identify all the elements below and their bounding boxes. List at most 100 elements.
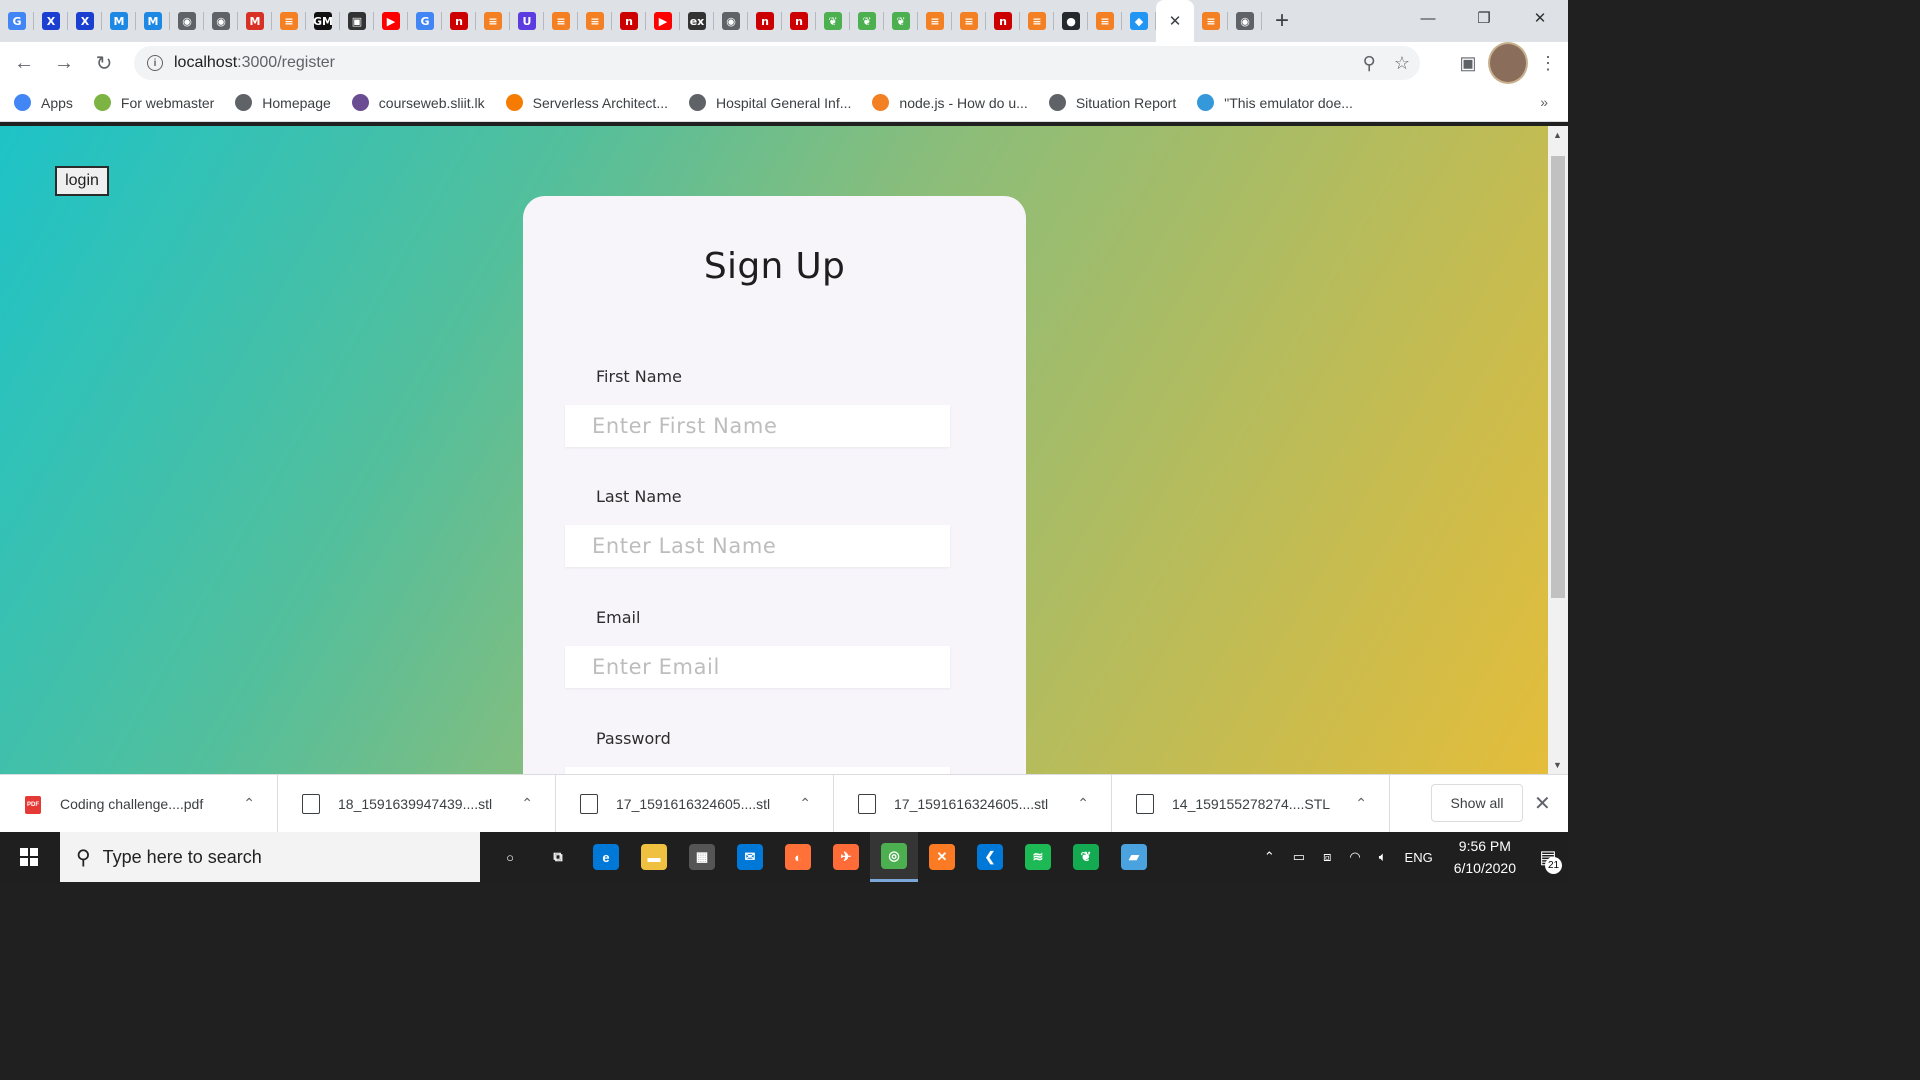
browser-tab[interactable]: GM [306, 0, 340, 42]
bookmark-item[interactable]: Homepage [235, 94, 331, 111]
taskbar-app[interactable]: ○ [486, 832, 534, 882]
first-name-input[interactable]: Enter First Name [565, 405, 950, 447]
browser-tab[interactable]: G [0, 0, 34, 42]
forward-icon[interactable]: → [44, 43, 84, 83]
scroll-down-icon[interactable]: ▼ [1553, 760, 1562, 770]
taskbar-app[interactable]: ▬ [630, 832, 678, 882]
scrollbar-thumb[interactable] [1551, 156, 1565, 598]
browser-tab[interactable]: ≡ [578, 0, 612, 42]
download-item[interactable]: PDF Coding challenge....pdf ⌃ [0, 774, 278, 833]
taskbar-app[interactable]: ✕ [918, 832, 966, 882]
bookmark-item[interactable]: Hospital General Inf... [689, 94, 851, 111]
bookmark-item[interactable]: Situation Report [1048, 94, 1176, 111]
back-icon[interactable]: ← [4, 43, 44, 83]
taskbar-app[interactable]: ❮ [966, 832, 1014, 882]
browser-tab[interactable]: n [748, 0, 782, 42]
browser-tab[interactable]: M [238, 0, 272, 42]
chevron-up-icon[interactable]: ⌃ [799, 795, 811, 812]
browser-tab[interactable]: ◉ [714, 0, 748, 42]
bookmark-item[interactable]: node.js - How do u... [872, 94, 1028, 111]
volume-icon[interactable]: 🔈︎ [1379, 849, 1387, 865]
taskbar-app[interactable]: ▦ [678, 832, 726, 882]
bookmark-item[interactable]: For webmaster [93, 94, 214, 111]
browser-tab[interactable]: ▣ [340, 0, 374, 42]
password-input[interactable] [565, 767, 950, 774]
bookmark-item[interactable]: courseweb.sliit.lk [351, 94, 485, 111]
browser-tab[interactable]: ◆ [1122, 0, 1156, 42]
browser-tab[interactable]: n [782, 0, 816, 42]
taskbar-app[interactable]: ⧉ [534, 832, 582, 882]
browser-tab[interactable]: X [68, 0, 102, 42]
browser-tab[interactable]: X [34, 0, 68, 42]
chevron-up-icon[interactable]: ⌃ [243, 795, 255, 812]
browser-tab[interactable]: ▶ [374, 0, 408, 42]
browser-tab[interactable]: ≡ [272, 0, 306, 42]
browser-tab[interactable]: ≡ [1020, 0, 1054, 42]
address-bar[interactable]: i localhost:3000/register ⚲ ☆ [134, 46, 1420, 80]
browser-tab[interactable]: ❦ [884, 0, 918, 42]
browser-tab[interactable]: n [612, 0, 646, 42]
chevron-up-icon[interactable]: ⌃ [1077, 795, 1089, 812]
taskbar-app[interactable]: ◎ [870, 832, 918, 882]
browser-tab[interactable]: ex [680, 0, 714, 42]
browser-tab[interactable]: G [408, 0, 442, 42]
taskbar-app[interactable]: e [582, 832, 630, 882]
download-item[interactable]: 18_1591639947439....stl ⌃ [278, 774, 556, 833]
browser-tab[interactable]: ◉ [204, 0, 238, 42]
restore-icon[interactable]: ❐ [1456, 0, 1512, 36]
zoom-icon[interactable]: ⚲ [1363, 53, 1376, 74]
bookmarks-overflow-icon[interactable]: » [1540, 94, 1548, 110]
close-window-icon[interactable]: ✕ [1512, 0, 1568, 36]
taskbar-app[interactable]: ✈ [822, 832, 870, 882]
browser-tab[interactable]: ▶ [646, 0, 680, 42]
site-info-icon[interactable]: i [147, 55, 163, 71]
new-tab-button[interactable]: + [1262, 0, 1302, 42]
bookmark-star-icon[interactable]: ☆ [1394, 53, 1410, 74]
browser-tab[interactable]: ≡ [544, 0, 578, 42]
clock[interactable]: 9:56 PM 6/10/2020 [1454, 835, 1516, 879]
scroll-up-icon[interactable]: ▲ [1553, 130, 1562, 140]
browser-tab[interactable]: ≡ [1194, 0, 1228, 42]
bookmark-item[interactable]: Apps [14, 94, 73, 111]
email-input[interactable]: Enter Email [565, 646, 950, 688]
browser-tab[interactable]: ≡ [1088, 0, 1122, 42]
taskbar-search[interactable]: ⚲ Type here to search [60, 832, 480, 882]
minimize-icon[interactable]: — [1400, 0, 1456, 36]
browser-tab[interactable]: M [136, 0, 170, 42]
taskbar-app[interactable]: ❦ [1062, 832, 1110, 882]
download-item[interactable]: 17_1591616324605....stl ⌃ [556, 774, 834, 833]
browser-tab[interactable]: ◉ [170, 0, 204, 42]
chevron-up-icon[interactable]: ⌃ [1355, 795, 1367, 812]
close-tab-icon[interactable]: ✕ [1169, 12, 1182, 30]
wifi-icon[interactable]: ◠ [1349, 849, 1360, 865]
extension-icon[interactable]: ▣ [1448, 42, 1488, 84]
taskbar-app[interactable]: ◐ [774, 832, 822, 882]
battery-icon[interactable]: ▭ [1293, 849, 1305, 865]
notification-center-icon[interactable]: ▤ 21 [1528, 832, 1568, 882]
taskbar-app[interactable]: ≋ [1014, 832, 1062, 882]
active-tab[interactable]: ✕ [1156, 0, 1194, 42]
reload-icon[interactable]: ↻ [84, 43, 124, 83]
browser-tab[interactable]: M [102, 0, 136, 42]
browser-tab[interactable]: ≡ [918, 0, 952, 42]
browser-tab[interactable]: ≡ [952, 0, 986, 42]
download-item[interactable]: 14_159155278274....STL ⌃ [1112, 774, 1390, 833]
bookmark-item[interactable]: Serverless Architect... [505, 94, 668, 111]
browser-tab[interactable]: n [986, 0, 1020, 42]
browser-tab[interactable]: ❦ [816, 0, 850, 42]
chevron-up-icon[interactable]: ⌃ [1264, 849, 1275, 865]
browser-tab[interactable]: n [442, 0, 476, 42]
browser-tab[interactable]: U [510, 0, 544, 42]
browser-tab[interactable]: ● [1054, 0, 1088, 42]
browser-tab[interactable]: ◉ [1228, 0, 1262, 42]
language-indicator[interactable]: ENG [1405, 850, 1433, 865]
taskbar-app[interactable]: ✉ [726, 832, 774, 882]
close-download-shelf-icon[interactable]: ✕ [1534, 791, 1551, 816]
display-icon[interactable]: ⧈ [1323, 849, 1331, 865]
last-name-input[interactable]: Enter Last Name [565, 525, 950, 567]
start-button[interactable] [0, 832, 58, 882]
login-button[interactable]: login [55, 166, 109, 196]
page-scrollbar[interactable]: ▲ ▼ [1548, 126, 1568, 774]
chevron-up-icon[interactable]: ⌃ [521, 795, 533, 812]
show-all-downloads-button[interactable]: Show all [1431, 784, 1523, 822]
